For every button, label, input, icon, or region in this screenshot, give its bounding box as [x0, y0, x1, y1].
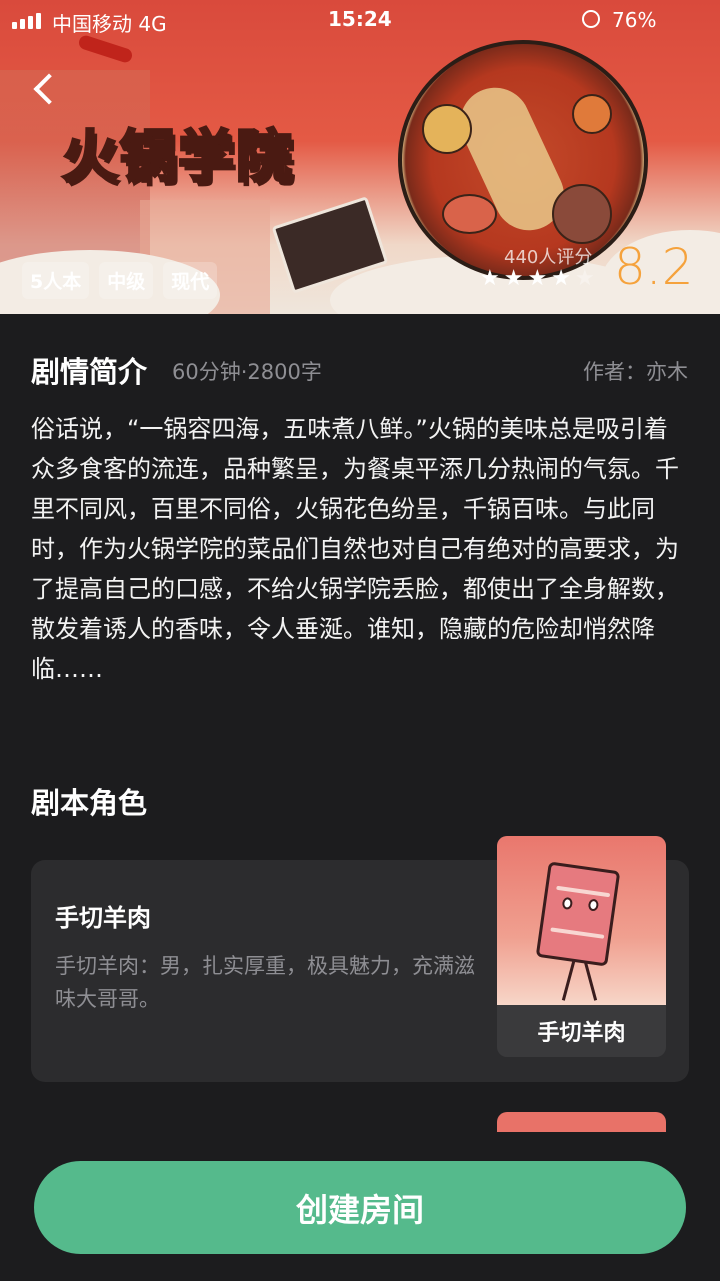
- signal-icon: [12, 13, 41, 29]
- tag-list: 5人本 中级 现代: [22, 262, 218, 299]
- clock: 15:24: [328, 7, 392, 31]
- author-label: 作者：亦木: [583, 360, 688, 384]
- carrier-label: 中国移动 4G: [52, 12, 167, 36]
- role-avatar-card[interactable]: 手切羊肉: [497, 836, 666, 1057]
- star-icon: ★: [574, 266, 595, 291]
- script-logo: 火锅学院: [61, 123, 294, 192]
- role-avatar: [497, 836, 666, 1005]
- rotation-lock-icon: [582, 10, 600, 28]
- create-room-button[interactable]: 创建房间: [34, 1161, 686, 1254]
- role-description: 手切羊肉：男，扎实厚重，极具魅力，充满滋味大哥哥。: [55, 954, 475, 1011]
- hero-banner: 火锅学院 5人本 中级 现代 440人评分 ★ ★ ★ ★ ★ 8.2: [0, 0, 720, 314]
- roles-title: 剧本角色: [31, 786, 148, 820]
- star-icon: ★: [480, 266, 500, 291]
- tag-player-count: 5人本: [22, 262, 90, 299]
- synopsis-text: 俗话说，“一锅容四海，五味煮八鲜。”火锅的美味总是吸引着众多食客的流连，品种繁呈…: [31, 415, 679, 683]
- battery-level: 76%: [612, 8, 657, 32]
- star-rating: ★ ★ ★ ★ ★: [480, 268, 595, 290]
- tag-genre: 现代: [163, 262, 218, 299]
- tag-difficulty: 中级: [99, 262, 154, 299]
- star-icon: ★: [527, 266, 548, 291]
- synopsis-title: 剧情简介: [31, 355, 148, 389]
- rating-score: 8.2: [614, 238, 694, 296]
- synopsis-meta: 60分钟·2800字: [172, 360, 322, 384]
- status-bar: 中国移动 4G 15:24 76%: [0, 0, 720, 40]
- star-icon: ★: [503, 266, 524, 291]
- role-name: 手切羊肉: [55, 904, 151, 932]
- role-avatar-label: 手切羊肉: [497, 1005, 666, 1057]
- star-icon: ★: [551, 266, 571, 291]
- next-role-avatar[interactable]: [497, 1112, 666, 1132]
